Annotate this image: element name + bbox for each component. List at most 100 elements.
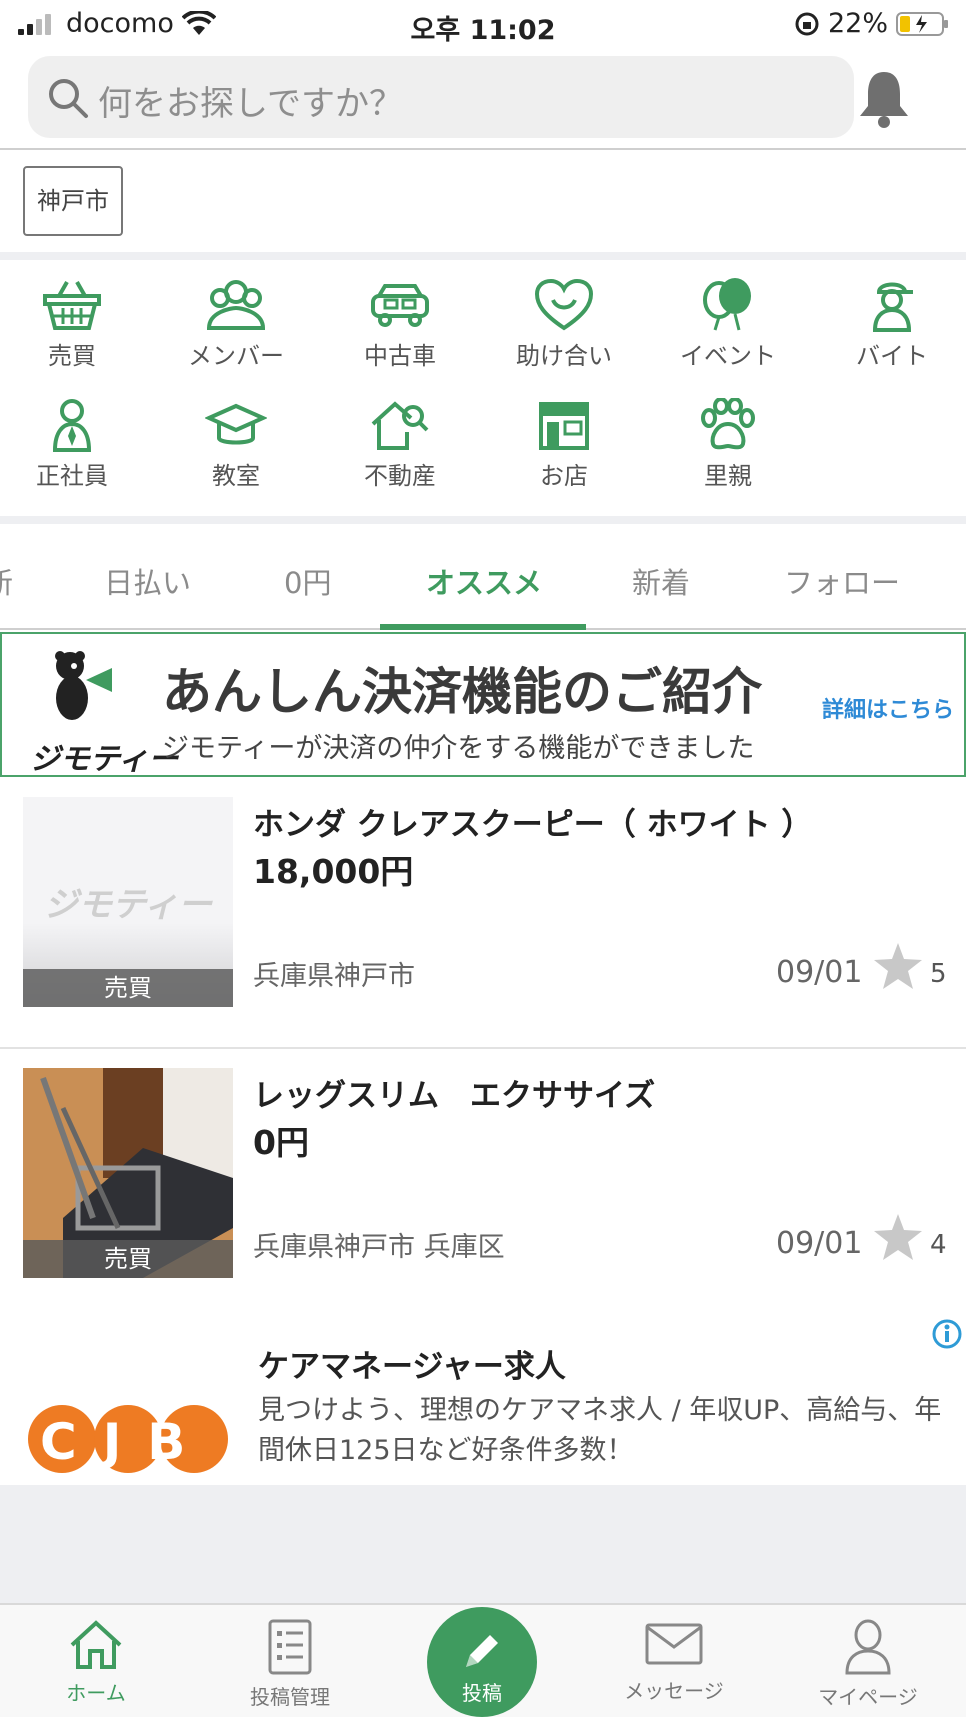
category-grid: 売買 メンバー 中古車 助け合い イベント バイト 正社員 教室 不動産 お店 …	[0, 262, 966, 516]
tab-free[interactable]: 0円	[284, 560, 331, 602]
favorite-count: 5	[930, 959, 947, 989]
category-label: 助け合い	[516, 342, 612, 370]
mortarboard-icon	[205, 403, 267, 445]
listing-thumbnail: 売買	[23, 1068, 233, 1278]
location-row: 神戸市	[0, 152, 966, 252]
brand-logo-text: ジモティー	[30, 742, 179, 777]
nav-post-management[interactable]: 投稿管理	[210, 1605, 370, 1717]
category-tag: 売買	[23, 1240, 233, 1278]
cjb-logo-text: CJB	[40, 1413, 212, 1471]
ad-title: ケアマネージャー求人	[258, 1349, 566, 1385]
nav-messages[interactable]: メッセージ	[594, 1605, 754, 1717]
tab-bar: 新 日払い 0円 オススメ 新着 フォロー	[0, 526, 966, 630]
basket-icon	[43, 281, 101, 330]
paw-icon	[701, 398, 755, 450]
tab-daily-pay[interactable]: 日払い	[104, 560, 191, 602]
banner-details-link[interactable]: 詳細はこちら	[822, 692, 954, 724]
category-mutual-aid[interactable]: 助け合い	[482, 278, 646, 388]
ad-description: 見つけよう、理想のケアマネ求人 / 年収UP、高給与、年間休日125日など好条件…	[258, 1395, 942, 1466]
listing-date: 09/01	[776, 955, 863, 990]
tab-active-indicator	[380, 624, 586, 630]
listing-title: レッグスリム エクササイズ	[253, 1078, 656, 1114]
category-label: 正社員	[36, 462, 108, 490]
members-icon	[206, 280, 266, 330]
category-label: お店	[540, 462, 588, 490]
battery-percent: 22%	[827, 8, 888, 39]
listing-location: 兵庫県神戸市 兵庫区	[253, 1232, 505, 1263]
search-icon	[49, 79, 88, 118]
nav-home[interactable]: ホーム	[16, 1605, 176, 1717]
category-label: 売買	[48, 342, 96, 370]
house-icon	[371, 401, 429, 450]
category-label: 不動産	[364, 462, 436, 490]
background-fill	[0, 1485, 966, 1603]
tab-partial[interactable]: 新	[0, 560, 13, 602]
category-real-estate[interactable]: 不動産	[318, 398, 482, 508]
tab-new[interactable]: 新着	[632, 560, 690, 602]
nav-label: ホーム	[66, 1681, 126, 1705]
search-placeholder: 何をお探しですか？	[98, 84, 403, 124]
category-tag: 売買	[23, 969, 233, 1007]
star-icon[interactable]	[872, 1212, 924, 1262]
list-icon	[268, 1619, 312, 1675]
banner-subtitle: ジモティーが決済の仲介をする機能ができました	[162, 733, 755, 764]
category-event[interactable]: イベント	[646, 278, 810, 388]
heart-icon	[534, 278, 594, 331]
home-icon	[70, 1620, 122, 1669]
listing-thumbnail: ジモティー 売買	[23, 797, 233, 1007]
balloon-icon	[703, 278, 751, 331]
status-right: 22%	[794, 8, 950, 39]
location-chip[interactable]: 神戸市	[23, 166, 123, 236]
status-bar: docomo 오후 11:02 22%	[0, 0, 966, 50]
post-button[interactable]: 投稿	[427, 1607, 537, 1717]
section-divider	[0, 516, 966, 524]
nav-label: 投稿	[462, 1681, 502, 1705]
category-label: 中古車	[364, 342, 436, 370]
category-foster[interactable]: 里親	[646, 398, 810, 508]
category-shop[interactable]: お店	[482, 398, 646, 508]
shop-icon	[539, 402, 589, 450]
pencil-icon	[466, 1635, 498, 1667]
listing-date: 09/01	[776, 1226, 863, 1261]
category-part-time[interactable]: バイト	[810, 278, 966, 388]
listing-location: 兵庫県神戸市	[253, 961, 415, 992]
mail-icon	[645, 1623, 703, 1665]
listing-price: 0円	[253, 1123, 309, 1162]
search-input[interactable]: 何をお探しですか？	[28, 56, 854, 138]
info-icon[interactable]	[930, 1317, 964, 1351]
person-icon	[845, 1619, 891, 1675]
category-label: バイト	[856, 342, 928, 370]
category-sale[interactable]: 売買	[0, 278, 154, 388]
placeholder-logo: ジモティー	[44, 885, 212, 925]
banner-title: あんしん決済機能のご紹介	[162, 663, 762, 721]
nav-label: メッセージ	[624, 1679, 724, 1703]
car-icon	[371, 284, 429, 327]
listing-item[interactable]: ジモティー 売買 ホンダ クレアスクーピー（ ホワイト ） 18,000円 兵庫…	[0, 779, 966, 1049]
tab-follow[interactable]: フォロー	[784, 560, 900, 602]
mascot-icon	[55, 651, 112, 720]
listing-price: 18,000円	[253, 852, 414, 891]
category-classroom[interactable]: 教室	[154, 398, 318, 508]
listing-title: ホンダ クレアスクーピー（ ホワイト ）	[253, 807, 813, 843]
category-label: メンバー	[188, 342, 284, 370]
star-icon[interactable]	[872, 941, 924, 991]
bell-icon[interactable]	[856, 68, 912, 128]
payment-banner[interactable]: ジモティー あんしん決済機能のご紹介 ジモティーが決済の仲介をする機能ができまし…	[0, 632, 966, 777]
nav-mypage[interactable]: マイページ	[788, 1605, 948, 1717]
category-full-time[interactable]: 正社員	[0, 398, 154, 508]
search-row: 何をお探しですか？	[0, 50, 966, 150]
nav-label: 投稿管理	[250, 1685, 330, 1709]
employee-icon	[52, 399, 92, 452]
ad-item[interactable]: CJB ケアマネージャー求人 見つけよう、理想のケアマネ求人 / 年収UP、高給…	[0, 1315, 966, 1485]
category-label: イベント	[680, 342, 776, 370]
listing-item[interactable]: 売買 レッグスリム エクササイズ 0円 兵庫県神戸市 兵庫区 09/01 4	[0, 1050, 966, 1320]
bottom-nav: ホーム 投稿管理 投稿 メッセージ マイページ	[0, 1603, 966, 1717]
rotation-lock-icon	[795, 12, 819, 35]
favorite-count: 4	[930, 1230, 947, 1260]
category-members[interactable]: メンバー	[154, 278, 318, 388]
category-used-car[interactable]: 中古車	[318, 278, 482, 388]
tab-recommended[interactable]: オススメ	[426, 560, 542, 602]
parttime-icon	[872, 282, 913, 332]
battery-charging-icon	[896, 11, 948, 36]
category-label: 教室	[212, 462, 260, 490]
